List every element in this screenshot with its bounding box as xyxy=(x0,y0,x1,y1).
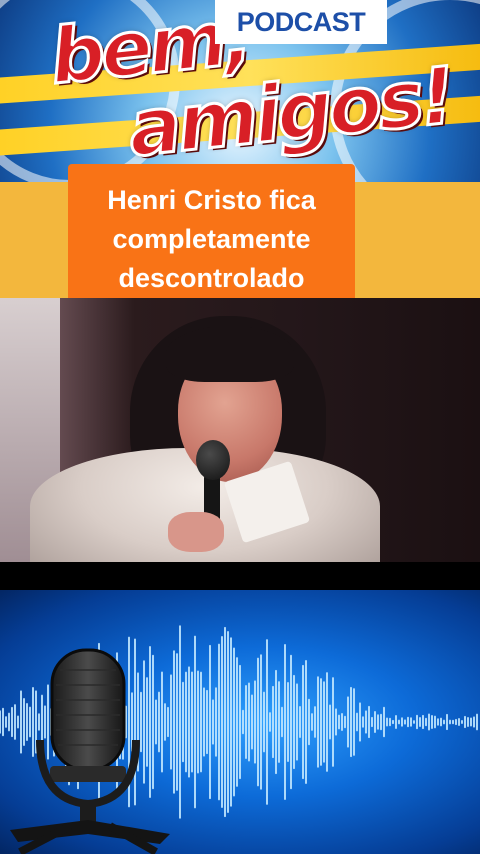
headline-text: Henri Cristo fica completamente descontr… xyxy=(107,184,316,293)
divider xyxy=(0,562,480,590)
video-frame xyxy=(0,298,480,562)
person-hand xyxy=(168,512,224,552)
handheld-mic-icon xyxy=(196,440,230,480)
podcast-badge: PODCAST xyxy=(215,0,387,44)
headline-box: Henri Cristo fica completamente descontr… xyxy=(68,164,355,314)
video-screen[interactable]: bem, amigos! PODCAST Henri Cristo fica c… xyxy=(0,0,480,854)
studio-microphone-icon xyxy=(10,648,170,854)
show-logo-banner: bem, amigos! PODCAST xyxy=(0,0,480,182)
person-bangs xyxy=(166,326,294,382)
